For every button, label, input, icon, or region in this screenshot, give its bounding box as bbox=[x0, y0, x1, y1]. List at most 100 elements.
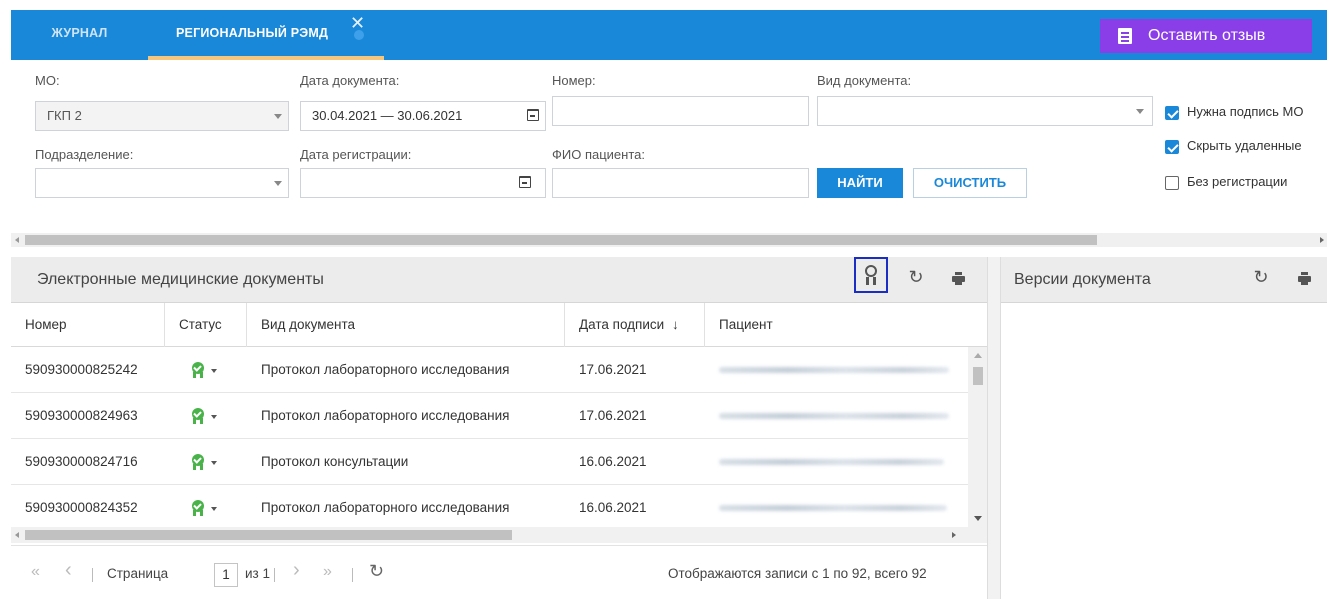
chevron-down-icon bbox=[1136, 109, 1144, 114]
number-input[interactable] bbox=[552, 96, 809, 126]
clear-button[interactable]: ОЧИСТИТЬ bbox=[913, 168, 1027, 198]
doc-date-label: Дата документа: bbox=[300, 73, 400, 88]
scroll-thumb[interactable] bbox=[973, 367, 983, 385]
without-registration-label: Без регистрации bbox=[1187, 174, 1288, 189]
reg-date-label: Дата регистрации: bbox=[300, 147, 412, 162]
tab-journal[interactable]: ЖУРНАЛ bbox=[11, 10, 148, 60]
cell-sign-date: 16.06.2021 bbox=[579, 500, 647, 515]
column-header-patient[interactable]: Пациент bbox=[705, 303, 987, 347]
next-page-icon[interactable]: › bbox=[293, 559, 300, 582]
find-button[interactable]: НАЙТИ bbox=[817, 168, 903, 198]
tab-indicator-icon bbox=[354, 30, 364, 40]
need-mo-signature-label: Нужна подпись МО bbox=[1187, 104, 1304, 119]
top-bar: ЖУРНАЛ РЕГИОНАЛЬНЫЙ РЭМД ✕ Оставить отзы… bbox=[11, 10, 1327, 60]
signed-status-icon[interactable] bbox=[191, 362, 205, 378]
patient-name-redacted bbox=[719, 459, 944, 465]
reg-date-input[interactable] bbox=[300, 168, 546, 198]
versions-panel-header: Версии документа bbox=[1001, 257, 1327, 303]
print-icon[interactable] bbox=[952, 272, 965, 285]
mo-select[interactable]: ГКП 2 bbox=[35, 101, 289, 131]
column-header-status[interactable]: Статус bbox=[165, 303, 247, 347]
certificate-button[interactable] bbox=[854, 257, 888, 293]
print-icon[interactable] bbox=[1298, 272, 1311, 285]
without-registration-checkbox[interactable] bbox=[1165, 176, 1179, 190]
certificate-icon bbox=[865, 265, 877, 277]
refresh-icon[interactable]: ↻ bbox=[904, 266, 928, 290]
documents-panel-title: Электронные медицинские документы bbox=[37, 271, 324, 288]
cell-number: 590930000825242 bbox=[25, 362, 138, 377]
panel-splitter[interactable] bbox=[987, 257, 1001, 599]
cell-sign-date: 16.06.2021 bbox=[579, 454, 647, 469]
chevron-down-icon[interactable] bbox=[211, 415, 217, 419]
subdivision-select[interactable] bbox=[35, 168, 289, 198]
signed-status-icon[interactable] bbox=[191, 500, 205, 516]
refresh-icon[interactable]: ↻ bbox=[1249, 266, 1273, 290]
chevron-down-icon[interactable] bbox=[211, 369, 217, 373]
patient-name-redacted bbox=[719, 505, 947, 511]
records-info: Отображаются записи с 1 по 92, всего 92 bbox=[668, 566, 927, 581]
prev-page-icon[interactable]: ‹ bbox=[65, 559, 72, 582]
cell-doc-type: Протокол консультации bbox=[261, 454, 409, 469]
table-row[interactable]: 590930000824352 Протокол лабораторного и… bbox=[11, 485, 968, 527]
need-mo-signature-checkbox[interactable] bbox=[1165, 106, 1179, 120]
page-of-label: из 1 bbox=[245, 566, 270, 581]
cell-doc-type: Протокол лабораторного исследования bbox=[261, 362, 510, 377]
doc-type-select[interactable] bbox=[817, 96, 1153, 126]
patient-name-redacted bbox=[719, 413, 949, 419]
tab-regional-remd[interactable]: РЕГИОНАЛЬНЫЙ РЭМД ✕ bbox=[148, 10, 384, 60]
scroll-left-icon[interactable] bbox=[15, 237, 19, 243]
documents-grid-header: Номер Статус Вид документа Дата подписи … bbox=[11, 303, 987, 347]
scroll-right-icon[interactable] bbox=[952, 532, 956, 538]
signed-status-icon[interactable] bbox=[191, 454, 205, 470]
page-label: Страница bbox=[107, 566, 169, 581]
last-page-icon[interactable]: » bbox=[323, 563, 332, 581]
hide-deleted-checkbox[interactable] bbox=[1165, 140, 1179, 154]
calendar-icon[interactable] bbox=[519, 176, 531, 188]
table-row[interactable]: 590930000824716 Протокол консультации 16… bbox=[11, 439, 968, 485]
column-header-number[interactable]: Номер bbox=[11, 303, 165, 347]
cell-doc-type: Протокол лабораторного исследования bbox=[261, 500, 510, 515]
calendar-icon[interactable] bbox=[527, 109, 539, 121]
grid-vertical-scrollbar[interactable] bbox=[968, 347, 987, 527]
chevron-down-icon[interactable] bbox=[211, 507, 217, 511]
table-row[interactable]: 590930000825242 Протокол лабораторного и… bbox=[11, 347, 968, 393]
patient-label: ФИО пациента: bbox=[552, 147, 645, 162]
doc-date-range-input[interactable]: 30.04.2021 — 30.06.2021 bbox=[300, 101, 546, 131]
patient-name-redacted bbox=[719, 367, 949, 373]
cell-doc-type: Протокол лабораторного исследования bbox=[261, 408, 510, 423]
cell-number: 590930000824963 bbox=[25, 408, 138, 423]
patient-name-input[interactable] bbox=[552, 168, 809, 198]
leave-feedback-button[interactable]: Оставить отзыв bbox=[1100, 19, 1312, 53]
subdivision-label: Подразделение: bbox=[35, 147, 134, 162]
scroll-right-icon[interactable] bbox=[1320, 237, 1324, 243]
scroll-left-icon[interactable] bbox=[15, 532, 19, 538]
page-number-input[interactable]: 1 bbox=[214, 563, 238, 587]
hide-deleted-label: Скрыть удаленные bbox=[1187, 138, 1302, 153]
column-header-sign-date[interactable]: Дата подписи ↓ bbox=[565, 303, 705, 347]
scroll-up-icon[interactable] bbox=[974, 353, 982, 358]
cell-number: 590930000824716 bbox=[25, 454, 138, 469]
scroll-thumb[interactable] bbox=[25, 235, 1097, 245]
versions-panel-title: Версии документа bbox=[1014, 271, 1151, 288]
first-page-icon[interactable]: « bbox=[31, 563, 40, 581]
scroll-down-icon[interactable] bbox=[974, 516, 982, 521]
mo-value: ГКП 2 bbox=[47, 108, 82, 123]
grid-horizontal-scrollbar[interactable] bbox=[11, 527, 987, 543]
mo-label: МО: bbox=[35, 73, 60, 88]
pager-separator bbox=[274, 568, 275, 582]
number-label: Номер: bbox=[552, 73, 596, 88]
refresh-icon[interactable]: ↻ bbox=[369, 561, 384, 582]
signed-status-icon[interactable] bbox=[191, 408, 205, 424]
feedback-label: Оставить отзыв bbox=[1148, 27, 1266, 44]
doc-date-value: 30.04.2021 — 30.06.2021 bbox=[312, 108, 463, 123]
scroll-thumb[interactable] bbox=[25, 530, 512, 540]
pagination-bar: « ‹ Страница 1 из 1 › » ↻ Отображаются з… bbox=[11, 545, 987, 599]
cell-sign-date: 17.06.2021 bbox=[579, 408, 647, 423]
chevron-down-icon[interactable] bbox=[211, 461, 217, 465]
documents-panel-header: Электронные медицинские документы bbox=[11, 257, 987, 303]
sort-down-icon: ↓ bbox=[671, 317, 679, 332]
filter-horizontal-scrollbar[interactable] bbox=[11, 233, 1327, 247]
table-row[interactable]: 590930000824963 Протокол лабораторного и… bbox=[11, 393, 968, 439]
pager-separator bbox=[352, 568, 353, 582]
column-header-doc-type[interactable]: Вид документа bbox=[247, 303, 565, 347]
